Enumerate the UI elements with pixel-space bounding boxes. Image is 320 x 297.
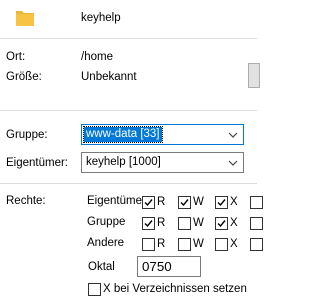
owner-label: Eigentümer:	[6, 157, 69, 169]
owner-dropdown[interactable]: keyhelp [1000]	[81, 152, 244, 173]
perm-owner-extra-checkbox[interactable]	[250, 196, 263, 209]
perm-write-label: W	[193, 238, 204, 250]
folder-icon	[15, 8, 35, 28]
perm-row-label-others: Andere	[87, 237, 125, 249]
divider	[0, 183, 257, 184]
perm-execute-label: X	[230, 238, 238, 250]
perm-others-read-checkbox[interactable]	[142, 238, 155, 251]
perm-write-label: W	[193, 196, 204, 208]
location-label: Ort:	[6, 51, 26, 63]
size-value: Unbekannt	[81, 71, 137, 83]
group-dropdown[interactable]: www-data [33]	[81, 124, 244, 145]
chevron-down-icon	[228, 132, 238, 138]
size-label: Größe:	[6, 71, 42, 83]
checkmark-icon	[217, 220, 226, 228]
perm-row-label-owner: Eigentümer	[87, 195, 146, 207]
calculate-size-button[interactable]	[248, 63, 260, 88]
perm-owner-read-checkbox[interactable]	[142, 196, 155, 209]
perm-read-label: R	[157, 196, 166, 208]
perm-write-label: W	[193, 217, 204, 229]
perm-group-extra-checkbox[interactable]	[250, 217, 263, 230]
permissions-label: Rechte:	[6, 195, 46, 207]
location-value: /home	[81, 51, 113, 63]
perm-others-write-checkbox[interactable]	[178, 238, 191, 251]
set-x-on-directories-checkbox[interactable]	[88, 283, 101, 296]
checkmark-icon	[217, 199, 226, 207]
perm-execute-label: X	[230, 196, 238, 208]
perm-execute-label: X	[230, 217, 238, 229]
file-name: keyhelp	[81, 12, 121, 24]
perm-read-label: R	[157, 238, 166, 250]
octal-label: Oktal	[88, 261, 115, 273]
owner-value: keyhelp [1000]	[86, 156, 161, 168]
perm-others-execute-checkbox[interactable]	[215, 238, 228, 251]
perm-owner-write-checkbox[interactable]	[178, 196, 191, 209]
group-label: Gruppe:	[6, 129, 48, 141]
perm-others-extra-checkbox[interactable]	[250, 238, 263, 251]
chevron-down-icon	[228, 160, 238, 166]
checkmark-icon	[144, 220, 153, 228]
octal-input[interactable]	[137, 256, 201, 277]
divider	[0, 38, 257, 39]
perm-owner-execute-checkbox[interactable]	[215, 196, 228, 209]
perm-row-label-group: Gruppe	[87, 216, 126, 228]
checkmark-icon	[144, 199, 153, 207]
checkmark-icon	[180, 199, 189, 207]
perm-group-read-checkbox[interactable]	[142, 217, 155, 230]
group-value: www-data [33]	[83, 126, 163, 143]
set-x-on-directories-label: X bei Verzeichnissen setzen	[103, 283, 247, 295]
divider	[0, 110, 257, 111]
perm-group-write-checkbox[interactable]	[178, 217, 191, 230]
perm-group-execute-checkbox[interactable]	[215, 217, 228, 230]
perm-read-label: R	[157, 217, 166, 229]
